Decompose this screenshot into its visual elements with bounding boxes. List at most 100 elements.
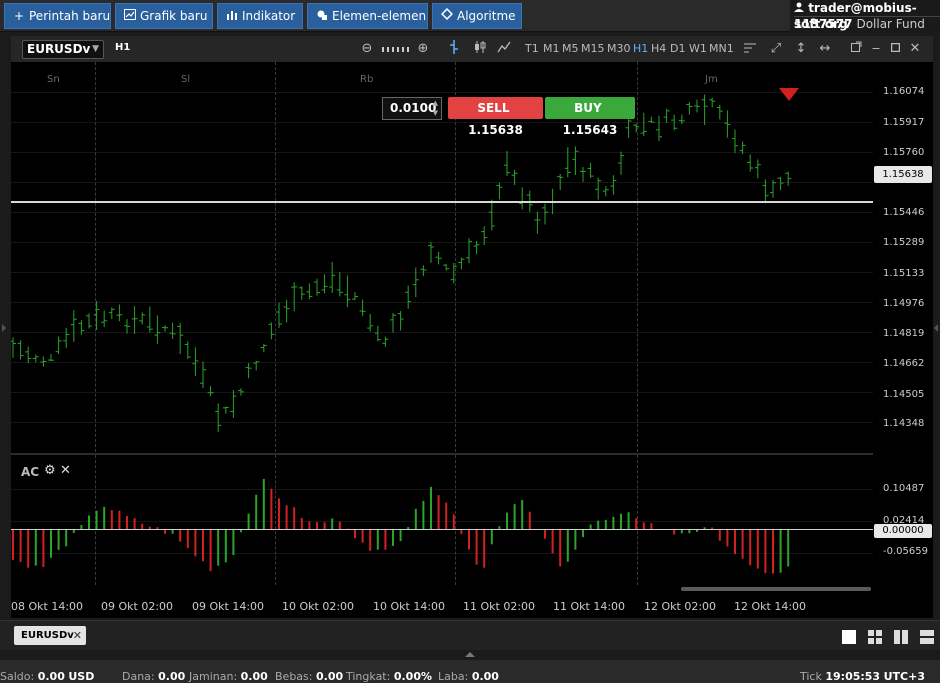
tab-close-icon[interactable]: ✕ <box>73 626 82 645</box>
sell-button[interactable]: SELL 1.15638 <box>448 97 543 137</box>
price-bar <box>473 241 480 255</box>
tf-m5[interactable]: M5 <box>562 42 579 55</box>
jaminan: Jaminan: 0.00 <box>189 670 268 683</box>
price-bars <box>11 94 792 433</box>
bar-type-icon[interactable] <box>445 40 463 58</box>
zoom-out-icon[interactable]: ⊖ <box>358 40 376 58</box>
price-tick: 1.15133 <box>883 268 925 279</box>
price-bar <box>762 179 769 204</box>
price-bar <box>298 286 305 301</box>
horizontal-scale-icon[interactable]: ↔ <box>816 40 834 58</box>
tf-t1[interactable]: T1 <box>525 42 539 55</box>
remove-indicator-icon[interactable]: ✕ <box>60 463 71 478</box>
tf-h4[interactable]: H4 <box>651 42 666 55</box>
layout-columns-icon[interactable] <box>894 630 908 644</box>
price-bar <box>458 257 465 270</box>
elements-button[interactable]: Elemen-elemen <box>307 3 428 29</box>
right-panel-toggle[interactable] <box>934 324 938 332</box>
chart-settings-icon[interactable] <box>741 40 759 58</box>
price-bar <box>694 99 700 113</box>
price-bar <box>169 322 176 339</box>
algorithm-button[interactable]: Algoritme <box>432 3 522 29</box>
price-bar <box>640 112 647 137</box>
left-panel-toggle[interactable] <box>2 324 6 332</box>
gear-icon[interactable]: ⚙ <box>44 463 56 478</box>
candle-type-icon[interactable] <box>471 40 489 58</box>
layout-grid-icon[interactable] <box>868 630 882 644</box>
price-plot[interactable]: Sn Sl Rb Jm 0.0100 ▲ ▼ SELL 1.15638 BUY 1… <box>11 62 873 452</box>
tf-h1[interactable]: H1 <box>633 42 648 55</box>
price-bar <box>412 267 419 298</box>
price-bar <box>709 97 716 108</box>
maximize-icon[interactable] <box>886 40 904 58</box>
close-icon[interactable]: ✕ <box>906 40 924 58</box>
price-bar <box>40 356 47 367</box>
tf-w1[interactable]: W1 <box>689 42 707 55</box>
collapse-panel-icon[interactable] <box>465 652 475 657</box>
price-bar <box>724 110 731 138</box>
price-bar <box>86 313 92 329</box>
stepper-icon[interactable]: ▲ ▼ <box>433 98 438 118</box>
price-bar <box>587 162 594 178</box>
price-bar <box>701 94 708 126</box>
price-bar <box>420 265 427 276</box>
price-bar <box>93 301 100 331</box>
zoom-slider[interactable] <box>379 40 411 58</box>
price-bar <box>754 159 761 179</box>
price-bar <box>63 327 70 349</box>
line-type-icon[interactable] <box>495 40 513 58</box>
tf-m30[interactable]: M30 <box>607 42 631 55</box>
indicator-pane[interactable]: AC ⚙ ✕ <box>11 455 873 585</box>
detach-icon[interactable] <box>847 40 865 58</box>
price-bar <box>564 147 571 178</box>
price-bar <box>253 360 260 371</box>
price-bar <box>116 304 123 322</box>
price-bar <box>481 226 488 246</box>
buy-button[interactable]: BUY 1.15643 <box>545 97 635 137</box>
layout-single-icon[interactable] <box>842 630 856 644</box>
shapes-icon <box>316 4 328 28</box>
tf-m1[interactable]: M1 <box>543 42 560 55</box>
price-bar <box>747 154 754 172</box>
time-tick: 10 Okt 14:00 <box>373 600 446 613</box>
price-bar <box>428 242 434 263</box>
tab-eurusdv[interactable]: EURUSDv ✕ <box>14 626 86 645</box>
lot-size-input[interactable]: 0.0100 ▲ ▼ <box>382 97 442 120</box>
time-tick: 12 Okt 14:00 <box>734 600 807 613</box>
chart-window: EURUSDv ▼ H1 ⊖ ⊕ T1 M1 M5 M15 M30 H1 H4 D… <box>11 36 933 618</box>
indicator-button[interactable]: Indikator <box>217 3 303 29</box>
fit-diagonal-icon[interactable]: ⤢ <box>767 40 785 58</box>
ac-histogram <box>12 478 790 574</box>
new-chart-button[interactable]: Grafik baru <box>115 3 213 29</box>
account-panel[interactable]: trader@mobius-soft.org 1137577 Dollar Fun… <box>790 0 940 32</box>
account-fund: Dollar Fund <box>856 17 925 31</box>
price-bar <box>504 151 510 176</box>
price-bar <box>716 104 723 120</box>
current-price-line <box>11 201 873 203</box>
tf-mn1[interactable]: MN1 <box>709 42 734 55</box>
zoom-in-icon[interactable]: ⊕ <box>414 40 432 58</box>
tf-m15[interactable]: M15 <box>581 42 605 55</box>
horizontal-scrollbar[interactable] <box>681 587 871 591</box>
minimize-icon[interactable]: ‒ <box>867 40 885 58</box>
price-bar <box>306 283 313 300</box>
time-tick: 11 Okt 02:00 <box>463 600 536 613</box>
price-bar <box>70 310 77 342</box>
new-order-button[interactable]: + Perintah baru <box>4 3 111 29</box>
price-bar <box>162 325 168 332</box>
time-tick: 09 Okt 14:00 <box>192 600 265 613</box>
price-bar <box>397 311 404 331</box>
vertical-scale-icon[interactable]: ↕ <box>792 40 810 58</box>
tf-d1[interactable]: D1 <box>670 42 685 55</box>
layout-rows-icon[interactable] <box>920 630 934 644</box>
price-bar <box>215 403 222 433</box>
alarm-marker-icon[interactable] <box>779 88 799 101</box>
price-bar <box>466 238 472 264</box>
price-bar <box>648 116 655 123</box>
time-tick: 09 Okt 02:00 <box>101 600 174 613</box>
price-bar <box>108 307 115 320</box>
price-bar <box>124 319 130 334</box>
symbol-selector[interactable]: EURUSDv ▼ <box>22 40 104 59</box>
chevron-down-icon: ▼ <box>92 44 99 54</box>
price-bar <box>610 175 617 195</box>
